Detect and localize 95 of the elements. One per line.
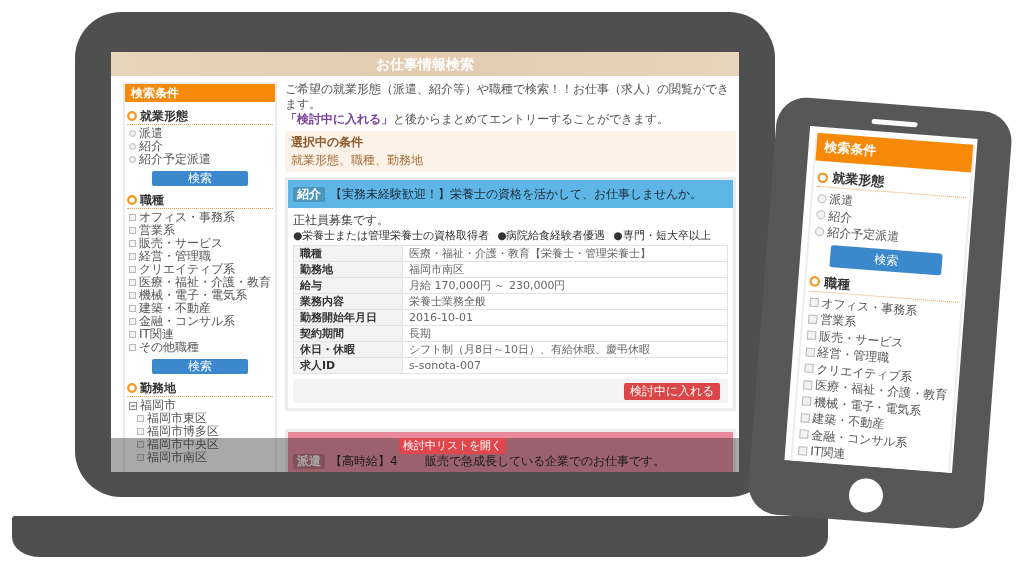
option-label: 紹介予定派遣 bbox=[826, 224, 900, 245]
job-requirement: ●専門・短大卒以上 bbox=[613, 228, 711, 242]
checkbox[interactable] bbox=[129, 214, 136, 221]
checkbox[interactable] bbox=[809, 297, 819, 308]
checkbox[interactable] bbox=[129, 279, 136, 286]
table-header-cell: 職種 bbox=[293, 245, 403, 262]
radio-button[interactable] bbox=[817, 193, 827, 204]
tree-label: 福岡市 bbox=[140, 399, 176, 412]
option-label: IT関連 bbox=[139, 328, 174, 341]
job-requirement: ●病院給食経験者優遇 bbox=[497, 228, 606, 242]
table-cell: シフト制（月8日～10日）、有給休暇、慶弔休暇 bbox=[402, 341, 728, 358]
option-label: 金融・コンサル系 bbox=[139, 315, 235, 328]
add-to-shortlist-button[interactable]: 検討中に入れる bbox=[624, 382, 720, 400]
option-label: 医療・福祉・介護・教育 bbox=[139, 276, 271, 289]
table-cell: 医療・福祉・介護・教育【栄養士・管理栄養士】 bbox=[402, 245, 728, 262]
table-cell: 栄養士業務全般 bbox=[402, 293, 728, 310]
option-label: 建築・不動産 bbox=[812, 411, 886, 431]
checkbox[interactable] bbox=[137, 428, 144, 435]
radio-button[interactable] bbox=[816, 210, 826, 220]
checkbox[interactable] bbox=[808, 314, 818, 324]
option-label: 紹介 bbox=[827, 208, 853, 225]
checkbox[interactable] bbox=[137, 415, 144, 422]
section-heading: 就業形態 bbox=[140, 109, 188, 123]
ring-icon bbox=[127, 111, 137, 121]
checkbox[interactable] bbox=[129, 266, 136, 273]
option-label: 営業系 bbox=[139, 224, 175, 237]
sidebar-heading: 検索条件 bbox=[125, 84, 275, 102]
conditions-value: 就業形態、職種、勤務地 bbox=[291, 153, 424, 168]
search-button[interactable]: 検索 bbox=[152, 359, 248, 374]
option-label: 福岡市南区 bbox=[147, 451, 207, 464]
option-label: 機械・電子・電気系 bbox=[139, 289, 247, 302]
checkbox[interactable] bbox=[800, 413, 811, 423]
checkbox[interactable] bbox=[129, 344, 136, 351]
checkbox[interactable] bbox=[797, 445, 808, 456]
ring-icon bbox=[816, 171, 829, 184]
option-label: IT関連 bbox=[809, 444, 846, 461]
checkbox[interactable] bbox=[802, 380, 813, 390]
section-heading: 勤務地 bbox=[140, 381, 176, 395]
conditions-title: 選択中の条件 bbox=[291, 135, 364, 150]
table-cell: 月給 170,000円 ～ 230,000円 bbox=[402, 277, 728, 294]
checkbox[interactable] bbox=[129, 227, 136, 234]
ring-icon bbox=[127, 383, 137, 393]
checkbox[interactable] bbox=[804, 363, 814, 374]
job-title: 販売で急成長している企業でのお仕事です。 bbox=[424, 454, 665, 469]
ring-icon bbox=[808, 275, 821, 288]
radio-button[interactable] bbox=[814, 226, 825, 237]
checkbox[interactable] bbox=[129, 305, 136, 312]
option-label: 営業系 bbox=[819, 312, 857, 330]
table-cell: 福岡市南区 bbox=[402, 261, 728, 278]
radio-button[interactable] bbox=[129, 156, 136, 163]
section-heading: 職種 bbox=[823, 274, 851, 293]
checkbox[interactable] bbox=[805, 347, 816, 357]
option-label: 福岡市東区 bbox=[147, 412, 207, 425]
job-title: 【高時給】4 bbox=[330, 454, 398, 469]
checkbox[interactable] bbox=[129, 318, 136, 325]
intro-text: ご希望の就業形態（派遣、紹介等）や職種で検索！！お仕事（求人）の閲覧ができます。 bbox=[285, 82, 730, 112]
intro-text: 「検討中に入れる」と後からまとめてエントリーすることができます。 bbox=[285, 112, 670, 127]
checkbox[interactable] bbox=[129, 240, 136, 247]
option-label: 経営・管理職 bbox=[139, 250, 211, 263]
checkbox[interactable] bbox=[129, 292, 136, 299]
table-cell: s-sonota-007 bbox=[402, 357, 728, 374]
ring-icon bbox=[127, 195, 137, 205]
option-label: 福岡市博多区 bbox=[147, 425, 219, 438]
speaker-slot-icon bbox=[871, 118, 918, 128]
job-type-badge: 紹介 bbox=[293, 186, 325, 202]
option-label: その他職種 bbox=[139, 341, 199, 354]
table-cell: 長期 bbox=[402, 325, 728, 342]
checkbox[interactable] bbox=[799, 429, 809, 440]
checkbox[interactable] bbox=[137, 441, 144, 448]
open-shortlist-button[interactable]: 検討中リストを開く bbox=[399, 438, 506, 454]
search-button[interactable]: 検索 bbox=[152, 171, 248, 186]
option-label: オフィス・事務系 bbox=[139, 211, 235, 224]
option-label: 紹介予定派遣 bbox=[139, 153, 211, 166]
job-requirement: ●栄養士または管理栄養士の資格取得者 bbox=[293, 228, 490, 242]
section-heading: 職種 bbox=[140, 193, 164, 207]
option-label: 建築・不動産 bbox=[139, 302, 211, 315]
option-label: 派遣 bbox=[139, 127, 163, 140]
checkbox[interactable] bbox=[801, 396, 812, 407]
table-cell: 2016-10-01 bbox=[402, 309, 728, 326]
option-label: クリエイティブ系 bbox=[139, 263, 235, 276]
checkbox[interactable] bbox=[129, 331, 136, 338]
radio-button[interactable] bbox=[129, 130, 136, 137]
search-button[interactable]: 検索 bbox=[829, 244, 943, 276]
option-label: 紹介 bbox=[139, 140, 163, 153]
minus-box-icon[interactable] bbox=[129, 401, 137, 410]
checkbox[interactable] bbox=[129, 253, 136, 260]
checkbox[interactable] bbox=[806, 330, 817, 341]
option-label: 販売・サービス bbox=[139, 237, 223, 250]
option-label: 福岡市中央区 bbox=[147, 438, 219, 451]
job-lead: 正社員募集です。 bbox=[293, 213, 390, 228]
option-label: 派遣 bbox=[829, 192, 855, 208]
page-title: お仕事情報検索 bbox=[376, 56, 474, 72]
radio-button[interactable] bbox=[129, 143, 136, 150]
checkbox[interactable] bbox=[137, 454, 144, 461]
job-title: 【実務未経験歓迎！】栄養士の資格を活かして、お仕事しませんか。 bbox=[330, 186, 702, 202]
